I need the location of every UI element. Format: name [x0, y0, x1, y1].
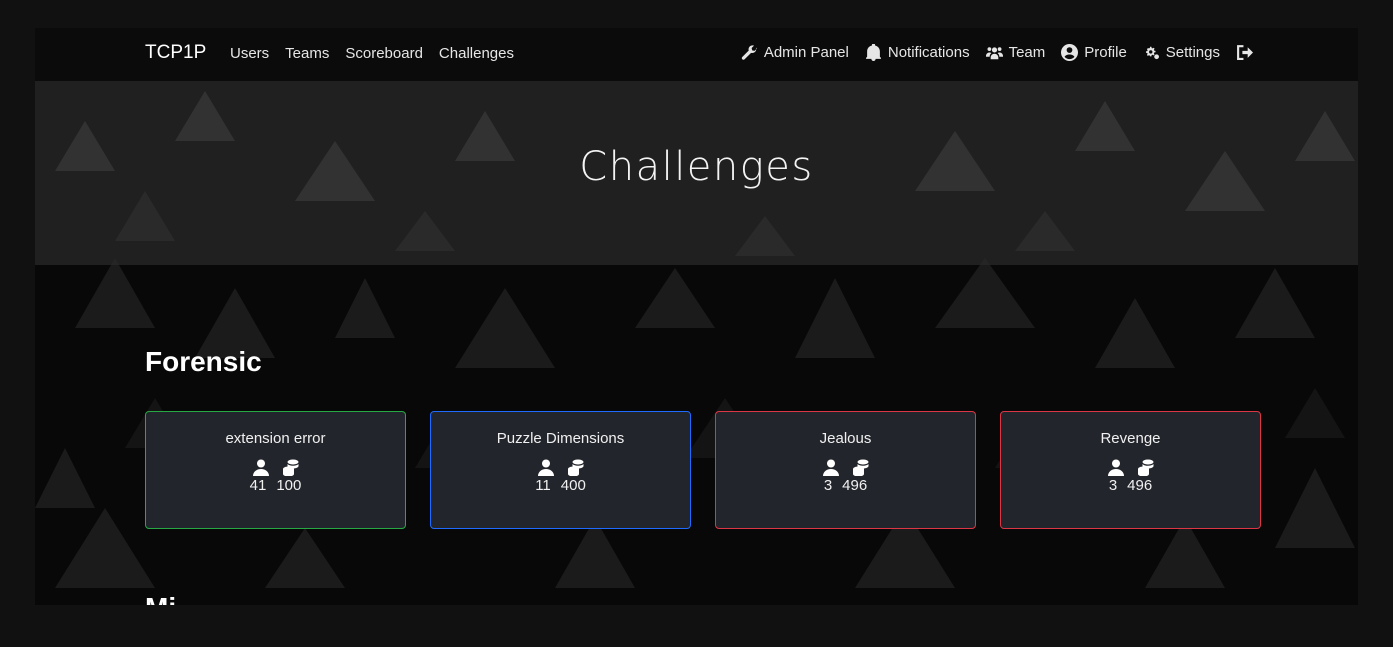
- nav-logout[interactable]: [1236, 44, 1253, 61]
- logout-icon: [1237, 45, 1253, 60]
- challenge-card[interactable]: Puzzle Dimensions 11 400: [430, 411, 691, 529]
- team-label: Team: [1008, 44, 1046, 61]
- nav-challenges[interactable]: Challenges: [439, 45, 514, 62]
- nav-profile[interactable]: Profile: [1061, 44, 1127, 61]
- nav-admin-panel[interactable]: Admin Panel: [741, 44, 849, 61]
- notifications-label: Notifications: [887, 44, 970, 61]
- nav-settings[interactable]: Settings: [1143, 44, 1220, 61]
- coins-icon: [852, 459, 868, 476]
- challenge-points: 496: [842, 477, 868, 494]
- challenge-list: extension error 41 100 Puzzle Dimensions…: [145, 411, 1261, 529]
- coins-icon: [1137, 459, 1153, 476]
- wrench-icon: [741, 45, 757, 60]
- challenge-name: Jealous: [819, 430, 872, 447]
- brand-logo[interactable]: TCP1P: [145, 42, 206, 64]
- users-icon: [985, 47, 1003, 60]
- user-circle-icon: [1061, 44, 1079, 61]
- user-icon: [1107, 459, 1124, 476]
- admin-panel-label: Admin Panel: [763, 44, 849, 61]
- settings-label: Settings: [1165, 44, 1220, 61]
- nav-users[interactable]: Users: [230, 45, 269, 62]
- top-navbar: TCP1P Users Teams Scoreboard Challenges …: [35, 28, 1358, 81]
- page-title: Challenges: [579, 144, 814, 190]
- solve-count: 11: [535, 477, 551, 494]
- challenge-points: 400: [560, 477, 586, 494]
- profile-label: Profile: [1084, 44, 1127, 61]
- challenge-card[interactable]: Jealous 3 496: [715, 411, 976, 529]
- challenge-card[interactable]: Revenge 3 496: [1000, 411, 1261, 529]
- challenge-name: extension error: [225, 430, 326, 447]
- coins-icon: [567, 459, 583, 476]
- main-nav: Users Teams Scoreboard Challenges: [230, 45, 514, 62]
- nav-scoreboard[interactable]: Scoreboard: [345, 45, 423, 62]
- solve-count: 3: [1108, 477, 1118, 494]
- user-nav: Admin Panel Notifications Team Profile S…: [741, 44, 1253, 61]
- challenge-points: 100: [276, 477, 302, 494]
- user-icon: [537, 459, 554, 476]
- bell-icon: [865, 44, 881, 61]
- solve-count: 41: [249, 477, 267, 494]
- nav-team[interactable]: Team: [985, 44, 1046, 61]
- challenge-points: 496: [1127, 477, 1153, 494]
- cogs-icon: [1145, 46, 1159, 60]
- next-category-title: Mi: [145, 592, 176, 605]
- user-icon: [252, 459, 269, 476]
- solve-count: 3: [823, 477, 833, 494]
- coins-icon: [282, 459, 298, 476]
- nav-notifications[interactable]: Notifications: [865, 44, 970, 61]
- category-title: Forensic: [145, 346, 262, 377]
- nav-teams[interactable]: Teams: [285, 45, 329, 62]
- hero-banner: Challenges: [35, 81, 1358, 265]
- challenge-name: Revenge: [1100, 430, 1161, 447]
- user-icon: [822, 459, 839, 476]
- page-frame: TCP1P Users Teams Scoreboard Challenges …: [35, 28, 1358, 605]
- challenge-name: Puzzle Dimensions: [496, 430, 625, 447]
- challenge-card[interactable]: extension error 41 100: [145, 411, 406, 529]
